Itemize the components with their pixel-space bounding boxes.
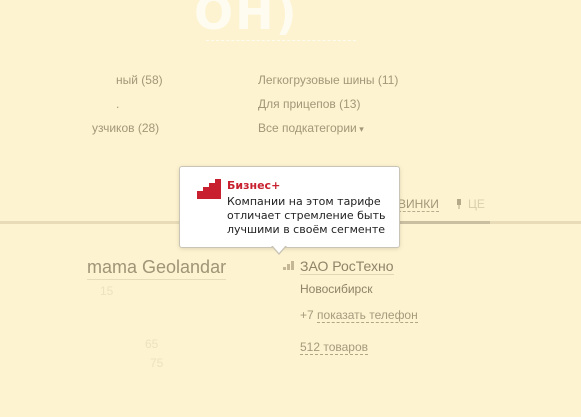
phone-prefix: +7 (300, 308, 314, 322)
left-company-name[interactable]: mama Geolandar (87, 257, 227, 280)
tariff-bars-icon[interactable] (283, 261, 295, 270)
left-company-ghost-1: 15 (100, 284, 114, 298)
goods-count-link[interactable]: 512 товаров (300, 340, 369, 355)
category-link-2[interactable]: . (116, 97, 119, 111)
show-phone-link[interactable]: показать телефон (317, 308, 418, 323)
all-subcategories-dropdown[interactable]: Все подкатегории (258, 121, 364, 135)
left-company-ghost-3: 75 (150, 356, 164, 370)
page-heading-fragment: ОН) (194, 0, 299, 40)
category-link-light-truck[interactable]: Легкогрузовые шины (11) (258, 73, 398, 87)
page-root: ОН) ный (58) . узчиков (28) Легкогрузовы… (0, 0, 581, 417)
category-link-3[interactable]: узчиков (28) (92, 121, 159, 135)
tariff-tooltip: Бизнес+ Компании на этом тарифе отличает… (179, 166, 400, 248)
tooltip-arrow-inner (272, 245, 286, 253)
price-pin-icon (457, 199, 461, 209)
tab-price[interactable]: ЦЕ (468, 197, 485, 211)
business-plus-steps-icon (197, 179, 221, 199)
company-phone: +7 показать телефон (300, 308, 418, 323)
heading-underline (206, 40, 356, 41)
tooltip-title: Бизнес+ (227, 179, 281, 192)
tab-new-arrivals[interactable]: ВИНКИ (398, 197, 439, 212)
category-link-1[interactable]: ный (58) (116, 73, 163, 87)
right-company-name[interactable]: ЗАО РосТехно (300, 258, 394, 275)
left-company-ghost-2: 65 (145, 337, 159, 351)
company-city: Новосибирск (300, 282, 373, 296)
tooltip-text: Компании на этом тарифе отличает стремле… (227, 195, 386, 236)
category-link-trailers[interactable]: Для прицепов (13) (258, 97, 360, 111)
